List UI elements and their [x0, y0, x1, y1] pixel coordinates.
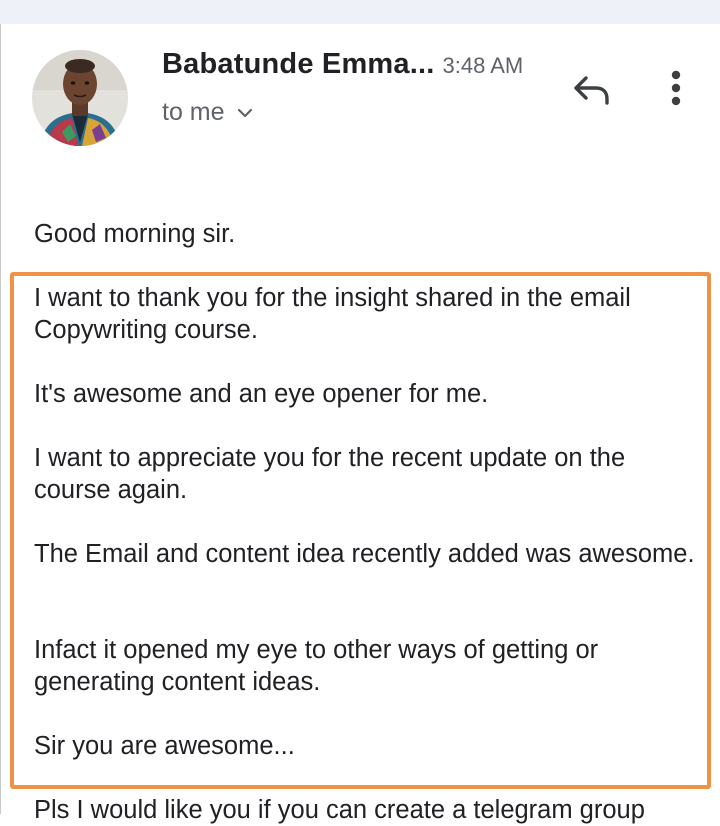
email-greeting: Good morning sir.	[34, 220, 236, 248]
sender-header: Babatunde Emma... 3:48 AM	[162, 48, 523, 81]
recipient-label: to me	[162, 98, 225, 126]
email-paragraph: Infact it opened my eye to other ways of…	[34, 636, 599, 696]
email-paragraph: It's awesome and an eye opener for me.	[34, 380, 489, 408]
sender-name[interactable]: Babatunde Emma...	[162, 48, 435, 80]
reply-button[interactable]	[566, 68, 618, 116]
email-paragraph: I want to thank you for the insight shar…	[34, 284, 631, 344]
chevron-down-icon	[237, 108, 253, 118]
email-paragraph-trailing: Pls I would like you if you can create a…	[34, 796, 645, 824]
email-paragraph: Sir you are awesome...	[34, 732, 295, 760]
email-time: 3:48 AM	[442, 53, 524, 78]
email-paragraph: The Email and content idea recently adde…	[34, 540, 695, 568]
email-paragraph: I want to appreciate you for the recent …	[34, 444, 626, 504]
top-bar-background	[0, 0, 720, 24]
recipient-toggle[interactable]: to me	[162, 98, 253, 127]
pane-divider	[0, 24, 1, 814]
reply-icon	[572, 74, 612, 111]
highlight-annotation-box	[10, 272, 711, 789]
more-vert-icon	[670, 70, 682, 111]
sender-avatar[interactable]	[32, 50, 128, 146]
more-options-button[interactable]	[654, 64, 698, 116]
